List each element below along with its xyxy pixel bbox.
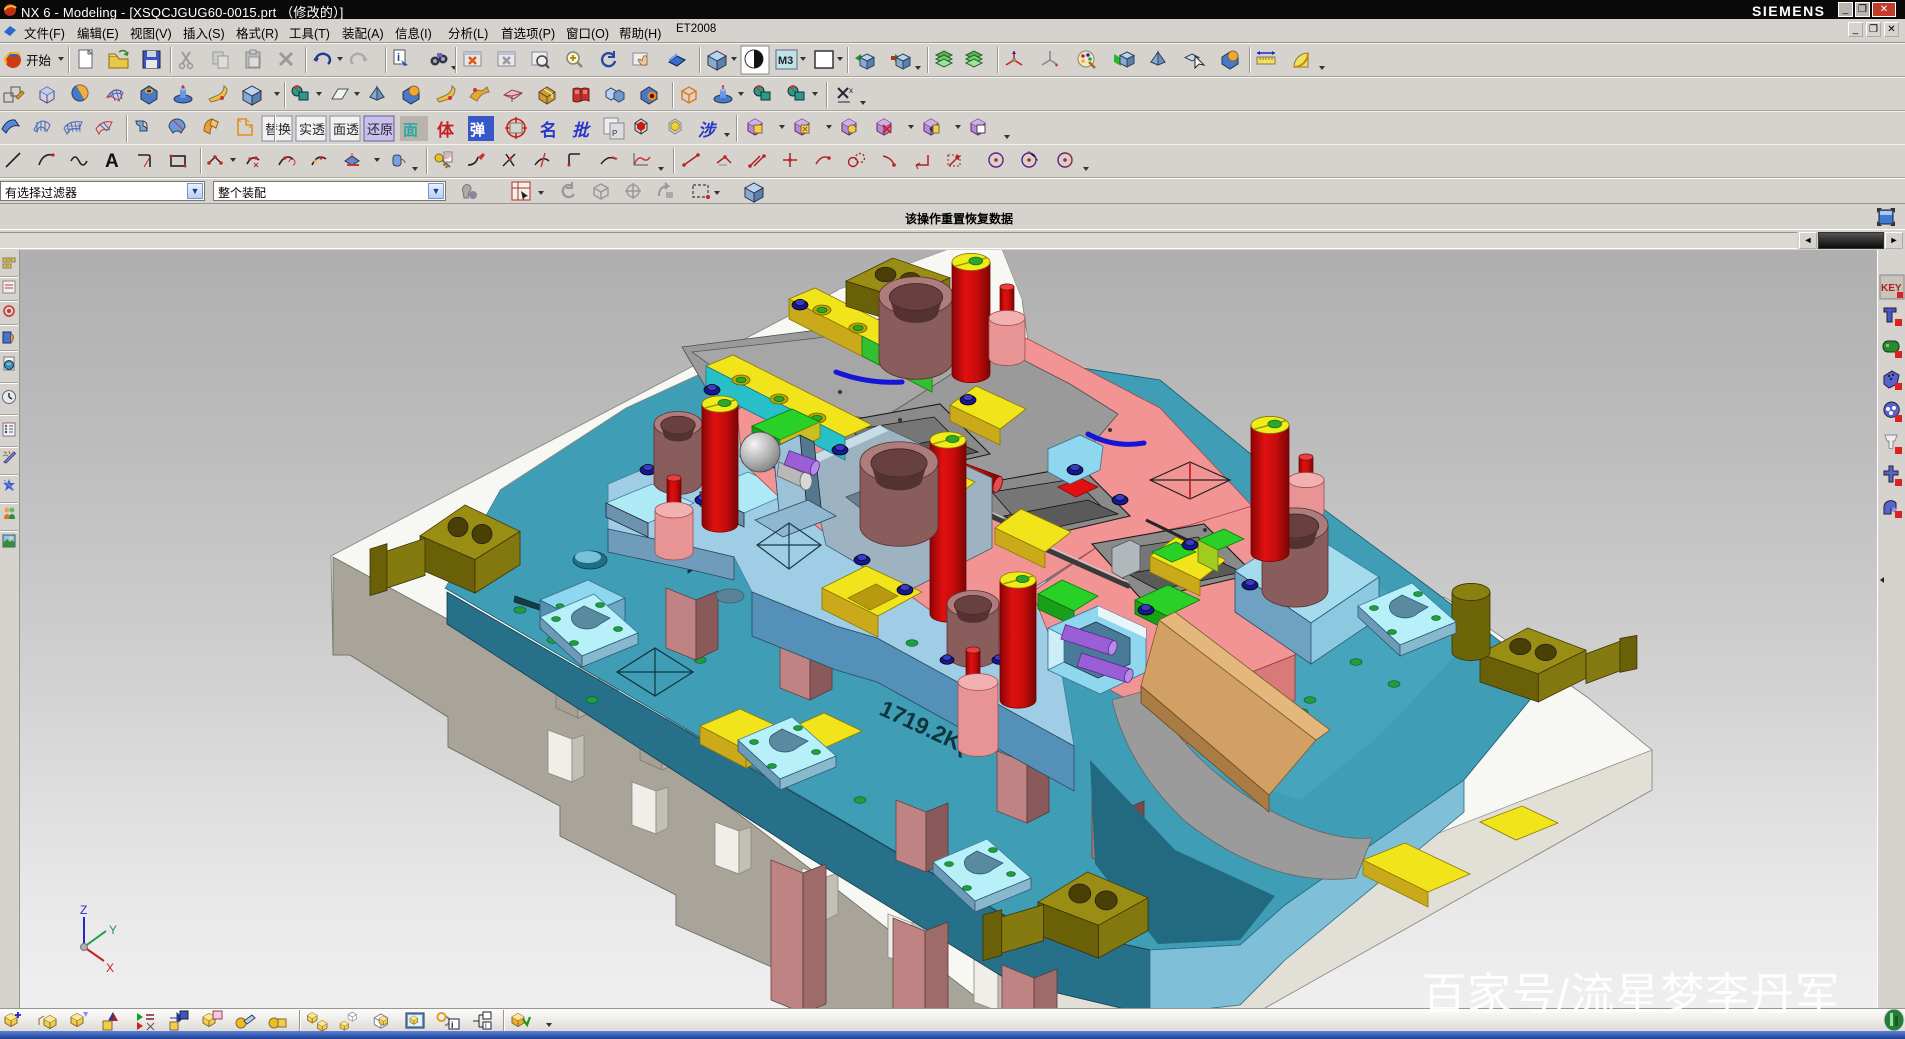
svg-text:i: i [451, 1020, 454, 1030]
svg-text:A: A [105, 151, 119, 172]
svg-text:开始: 开始 [26, 54, 52, 68]
svg-text:体: 体 [437, 120, 455, 140]
svg-text:批: 批 [572, 121, 591, 140]
svg-text:Z: Z [80, 903, 87, 917]
svg-text:面: 面 [403, 122, 418, 139]
svg-text:x: x [849, 86, 853, 95]
svg-text:i: i [397, 52, 400, 64]
svg-text:Y: Y [109, 923, 117, 937]
svg-text:P: P [612, 129, 617, 138]
svg-text:弹: 弹 [470, 121, 485, 139]
svg-text:X: X [106, 961, 114, 975]
svg-text:还原: 还原 [367, 122, 393, 137]
svg-text:替换: 替换 [265, 122, 291, 137]
svg-text:M3: M3 [778, 55, 793, 67]
svg-text:名: 名 [540, 120, 557, 140]
svg-text:i: i [485, 1021, 487, 1030]
svg-text:涉: 涉 [698, 121, 717, 140]
svg-text:面透: 面透 [333, 122, 359, 137]
svg-text:实透: 实透 [299, 122, 325, 137]
